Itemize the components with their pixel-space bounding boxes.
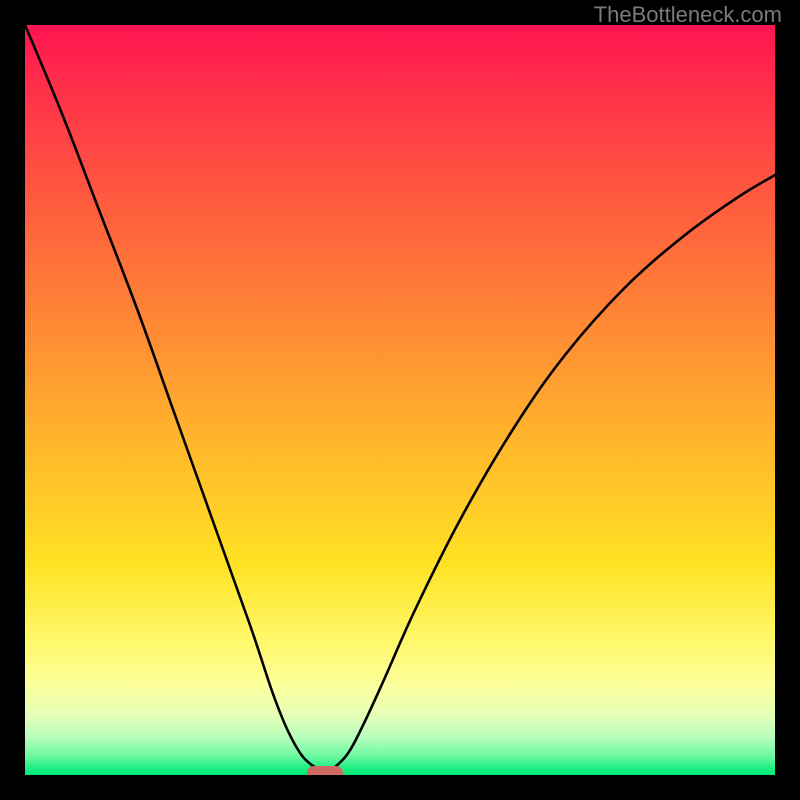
chart-plot-area [25, 25, 775, 775]
chart-curve-path [25, 25, 775, 773]
chart-curve-svg [25, 25, 775, 775]
watermark-text: TheBottleneck.com [594, 2, 782, 28]
chart-min-marker [307, 766, 343, 775]
